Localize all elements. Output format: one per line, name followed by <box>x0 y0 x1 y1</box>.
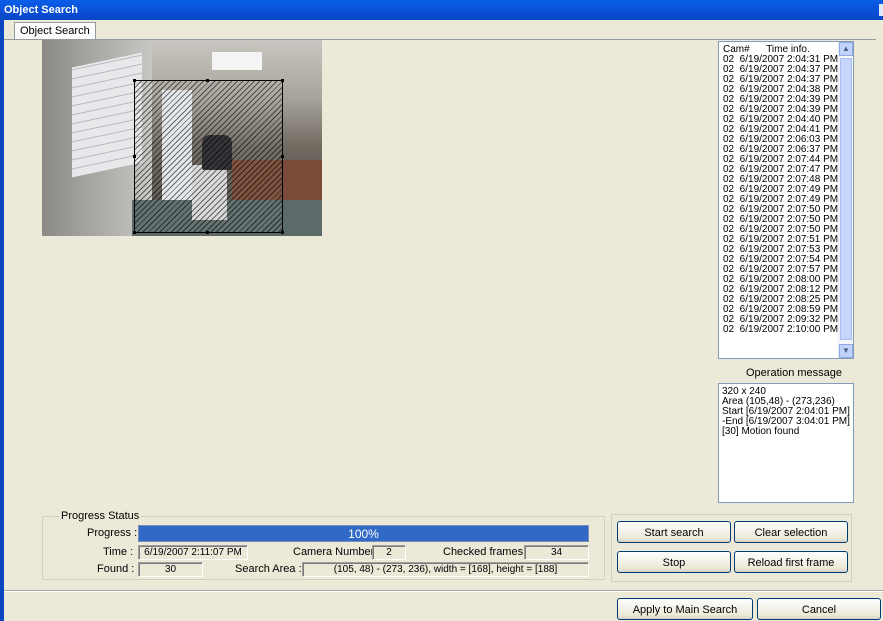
results-scrollbar[interactable]: ▲ ▼ <box>838 42 853 358</box>
operation-message-label: Operation message <box>746 367 842 379</box>
found-label: Found : <box>97 563 135 575</box>
start-search-button[interactable]: Start search <box>617 521 731 543</box>
checked-frames-field: 34 <box>524 545 589 560</box>
clear-selection-button[interactable]: Clear selection <box>734 521 848 543</box>
operation-message-box: 320 x 240 Area (105,48) - (273,236) Start … <box>718 383 854 503</box>
resize-handle[interactable] <box>206 231 209 234</box>
resize-handle[interactable] <box>281 79 284 82</box>
time-field: 6/19/2007 2:11:07 PM <box>138 545 248 560</box>
tab-strip: Object Search <box>4 20 883 40</box>
camera-number-label: Camera Number : <box>293 546 381 558</box>
progress-text: 100% <box>348 527 379 541</box>
reload-first-frame-button[interactable]: Reload first frame <box>734 551 848 573</box>
scroll-thumb[interactable] <box>840 58 852 340</box>
apply-to-main-search-button[interactable]: Apply to Main Search <box>617 598 753 620</box>
resize-handle[interactable] <box>133 155 136 158</box>
title-bar: Object Search <box>0 0 883 20</box>
scroll-down-icon[interactable]: ▼ <box>839 344 853 358</box>
resize-handle[interactable] <box>281 155 284 158</box>
camera-number-field: 2 <box>372 545 406 560</box>
cancel-button[interactable]: Cancel <box>757 598 881 620</box>
window-left-border <box>0 20 4 621</box>
video-frame[interactable] <box>42 40 322 236</box>
selection-area[interactable] <box>133 79 284 234</box>
results-rows: 02 6/19/2007 2:04:31 PM 02 6/19/2007 2:04… <box>723 55 838 335</box>
window-title: Object Search <box>4 4 78 16</box>
progress-status-title: Progress Status <box>59 510 142 522</box>
search-area-field: (105, 48) - (273, 236), width = [168], h… <box>302 562 589 577</box>
results-list[interactable]: Cam# Time info. 02 6/19/2007 2:04:31 PM 0… <box>718 41 854 359</box>
tab-object-search[interactable]: Object Search <box>14 22 96 40</box>
checked-frames-label: Checked frames : <box>443 546 530 558</box>
stop-button[interactable]: Stop <box>617 551 731 573</box>
time-label: Time : <box>103 546 134 558</box>
search-area-label: Search Area : <box>235 563 302 575</box>
resize-handle[interactable] <box>281 231 284 234</box>
progress-label: Progress : <box>87 527 138 539</box>
scroll-up-icon[interactable]: ▲ <box>839 42 853 56</box>
video-calendar-board <box>72 52 142 178</box>
operation-message-line: [30] Motion found <box>722 426 800 437</box>
found-field: 30 <box>138 562 203 577</box>
resize-handle[interactable] <box>133 79 136 82</box>
progress-bar: 100% <box>138 525 589 542</box>
result-row[interactable]: 02 6/19/2007 2:10:00 PM <box>723 325 838 335</box>
video-ceiling-light <box>212 52 262 70</box>
footer-separator-highlight <box>4 591 883 592</box>
resize-handle[interactable] <box>133 231 136 234</box>
resize-handle[interactable] <box>206 79 209 82</box>
window-edge <box>879 4 883 16</box>
